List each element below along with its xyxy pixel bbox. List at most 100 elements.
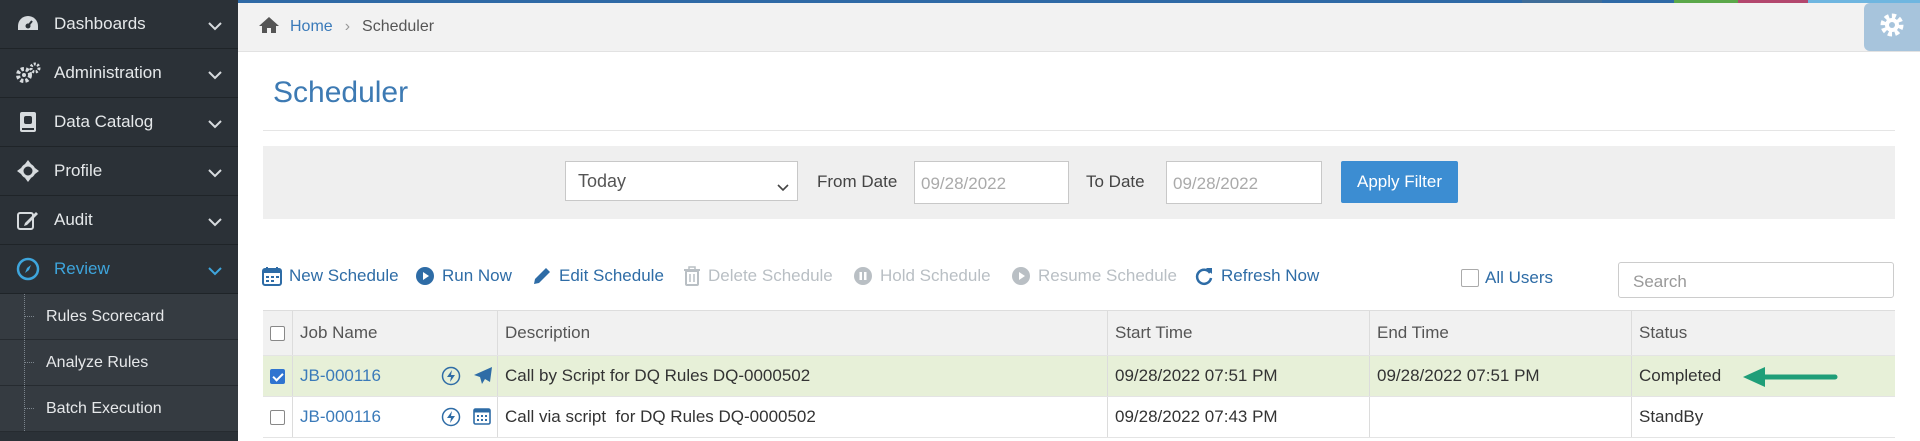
pencil-icon: [532, 266, 552, 286]
run-now-label: Run Now: [442, 266, 512, 285]
resume-schedule-label: Resume Schedule: [1038, 266, 1177, 285]
row-select-cell: [263, 397, 293, 437]
sidebar: Dashboards Administration Data Catalog P…: [0, 0, 238, 441]
row-checkbox[interactable]: [270, 368, 285, 384]
filter-panel: Today From Date 09/28/2022 To Date 09/28…: [263, 146, 1895, 219]
page-title: Scheduler: [273, 76, 409, 109]
edit-schedule-label: Edit Schedule: [559, 266, 664, 285]
play-circle-icon: [1011, 266, 1031, 286]
trigger-bolt-icon[interactable]: [441, 407, 461, 432]
sidebar-item-review[interactable]: Review: [0, 245, 238, 294]
period-select-value: Today: [578, 171, 627, 191]
status-text: Completed: [1639, 366, 1722, 385]
trash-icon: [683, 266, 701, 286]
sidebar-item-administration[interactable]: Administration: [0, 49, 238, 98]
all-users-checkbox[interactable]: [1461, 269, 1479, 287]
all-users-toggle[interactable]: All Users: [1461, 268, 1553, 288]
sidebar-item-label: Dashboards: [54, 14, 146, 33]
start-time-cell: 09/28/2022 07:51 PM: [1108, 356, 1370, 396]
sidebar-item-label: Data Catalog: [54, 112, 154, 131]
status-cell: StandBy: [1639, 407, 1704, 426]
sidebar-item-audit[interactable]: Audit: [0, 196, 238, 245]
sidebar-subitem-label: Batch Execution: [46, 399, 162, 417]
job-link[interactable]: JB-000116: [300, 366, 381, 386]
refresh-now-button[interactable]: Refresh Now: [1194, 266, 1319, 286]
calendar-icon: [262, 266, 282, 286]
breadcrumb-current: Scheduler: [362, 18, 435, 35]
select-all-checkbox[interactable]: [270, 325, 285, 341]
gears-icon: [14, 61, 42, 85]
calendar-icon[interactable]: [473, 407, 491, 432]
gear-icon: [1878, 11, 1906, 44]
to-date-input[interactable]: 09/28/2022: [1166, 161, 1322, 204]
compass-icon: [14, 257, 42, 281]
column-header-end-time[interactable]: End Time: [1370, 311, 1632, 355]
table-row[interactable]: JB-000116 Call via script for DQ Rules D…: [263, 397, 1895, 438]
sidebar-subitem-label: Analyze Rules: [46, 353, 149, 371]
description-cell: Call by Script for DQ Rules DQ-0000502: [498, 356, 1108, 396]
column-header-status[interactable]: Status: [1632, 311, 1895, 355]
start-time-cell: 09/28/2022 07:43 PM: [1108, 397, 1370, 437]
play-circle-icon: [415, 266, 435, 286]
home-icon[interactable]: [258, 16, 280, 39]
job-link[interactable]: JB-000116: [300, 407, 381, 427]
run-now-button[interactable]: Run Now: [415, 266, 512, 286]
breadcrumb-home-link[interactable]: Home: [290, 18, 333, 36]
arrow-left-icon: [1743, 366, 1839, 393]
edit-schedule-button[interactable]: Edit Schedule: [532, 266, 664, 286]
hold-schedule-button[interactable]: Hold Schedule: [853, 266, 991, 286]
apply-filter-button[interactable]: Apply Filter: [1341, 161, 1458, 203]
new-schedule-label: New Schedule: [289, 266, 399, 285]
all-users-label: All Users: [1485, 268, 1554, 287]
from-date-input[interactable]: 09/28/2022: [914, 161, 1069, 204]
description-cell: Call via script for DQ Rules DQ-0000502: [498, 397, 1108, 437]
sidebar-item-profile[interactable]: Profile: [0, 147, 238, 196]
column-header-job-name[interactable]: Job Name: [293, 311, 498, 355]
chevron-down-icon: [208, 114, 222, 134]
status-cell: Completed: [1632, 356, 1895, 396]
sidebar-subitem-analyze-rules[interactable]: Analyze Rules: [0, 340, 238, 386]
refresh-now-label: Refresh Now: [1221, 266, 1320, 285]
hold-schedule-label: Hold Schedule: [880, 266, 991, 285]
period-select[interactable]: Today: [565, 161, 798, 201]
chevron-down-icon: [208, 16, 222, 36]
sidebar-item-label: Audit: [54, 210, 93, 229]
chevron-down-icon: [777, 176, 789, 197]
breadcrumb-separator: ›: [344, 18, 351, 35]
column-header-description[interactable]: Description: [498, 311, 1108, 355]
select-all-cell: [263, 311, 293, 355]
job-name-cell: JB-000116: [293, 397, 498, 437]
sidebar-subitem-label: Rules Scorecard: [46, 307, 165, 325]
sidebar-item-dashboards[interactable]: Dashboards: [0, 0, 238, 49]
chevron-down-icon: [208, 261, 222, 281]
from-date-label: From Date: [817, 172, 898, 191]
schedule-table: Job Name Description Start Time End Time…: [263, 310, 1895, 438]
edit-icon: [14, 208, 42, 232]
sidebar-item-data-catalog[interactable]: Data Catalog: [0, 98, 238, 147]
chevron-down-icon: [208, 212, 222, 232]
send-plane-icon[interactable]: [473, 366, 493, 391]
crosshair-icon: [14, 159, 42, 183]
chevron-down-icon: [208, 163, 222, 183]
job-name-cell: JB-000116: [293, 356, 498, 396]
breadcrumb: Home › Scheduler: [238, 3, 1920, 52]
dashboard-gauge-icon: [14, 12, 42, 36]
new-schedule-button[interactable]: New Schedule: [262, 266, 399, 286]
resume-schedule-button[interactable]: Resume Schedule: [1011, 266, 1177, 286]
refresh-icon: [1194, 266, 1214, 286]
delete-schedule-label: Delete Schedule: [708, 266, 833, 285]
row-checkbox[interactable]: [270, 409, 285, 425]
table-header-row: Job Name Description Start Time End Time…: [263, 310, 1895, 356]
sidebar-subitem-rules-scorecard[interactable]: Rules Scorecard: [0, 294, 238, 340]
divider: [263, 130, 1895, 131]
column-header-start-time[interactable]: Start Time: [1108, 311, 1370, 355]
book-icon: [14, 110, 42, 134]
trigger-bolt-icon[interactable]: [441, 366, 461, 391]
search-input[interactable]: Search: [1618, 262, 1894, 298]
table-row[interactable]: JB-000116 Call by Script for DQ Rules DQ…: [263, 356, 1895, 397]
delete-schedule-button[interactable]: Delete Schedule: [683, 266, 833, 286]
sidebar-subitem-batch-execution[interactable]: Batch Execution: [0, 386, 238, 432]
sidebar-item-label: Review: [54, 259, 110, 278]
settings-button[interactable]: [1864, 3, 1920, 51]
end-time-cell: [1370, 397, 1632, 437]
